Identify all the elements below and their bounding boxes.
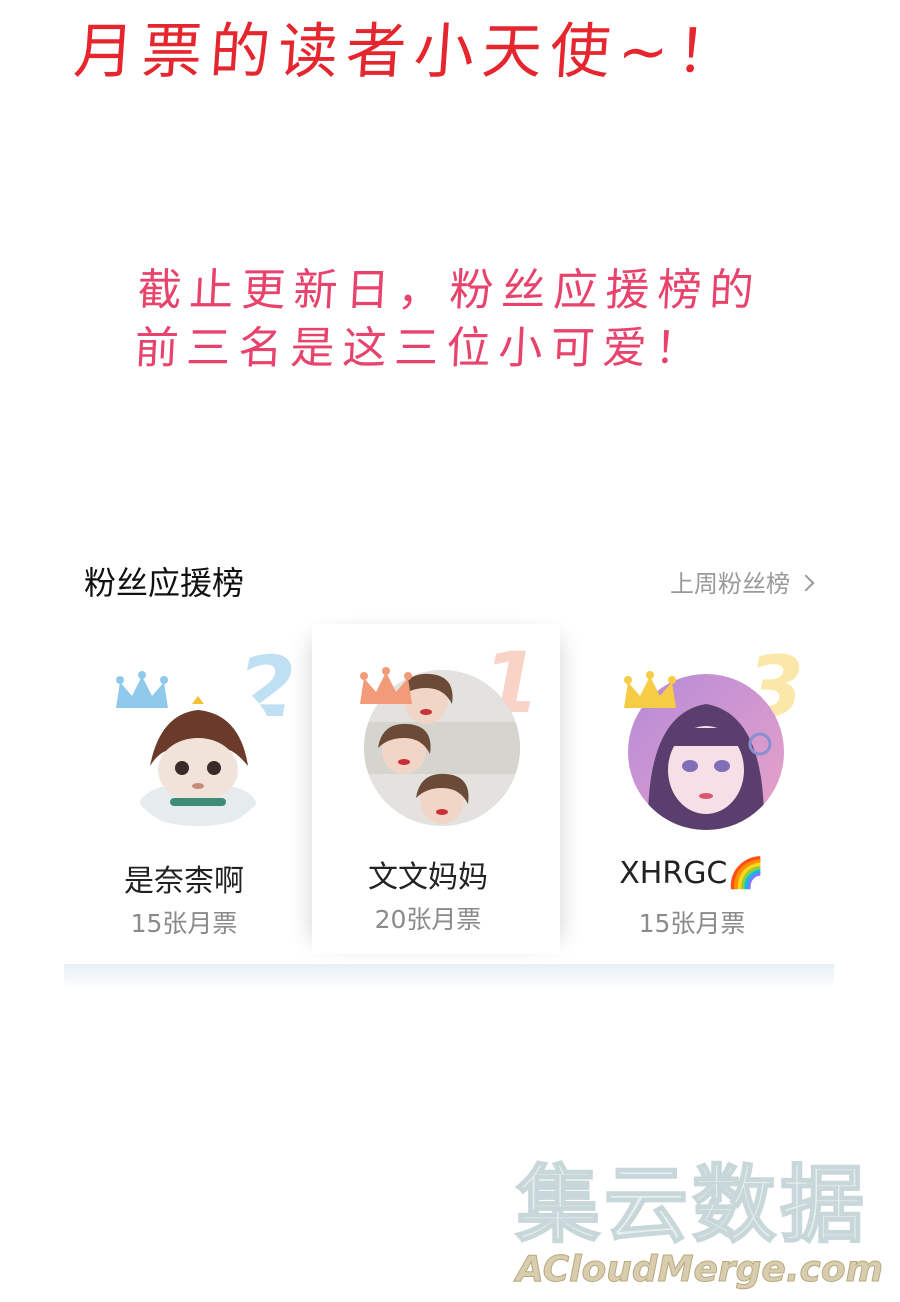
rank-item-2[interactable]: 2 是奈柰啊 15张月票 (68, 628, 316, 958)
rank-item-1[interactable]: 1 文文妈妈 20张月票 (312, 624, 560, 954)
fan-votes: 15张月票 (638, 909, 746, 938)
last-week-board-link[interactable]: 上周粉丝榜 (670, 564, 815, 599)
chevron-right-icon (797, 574, 815, 591)
last-week-board-label: 上周粉丝榜 (670, 570, 790, 598)
note-line-2: 前三名是这三位小可爱！ (133, 323, 708, 374)
rank-item-3[interactable]: 3 XHRGC🌈 15张月票 (576, 628, 824, 958)
crown-icon (116, 671, 168, 708)
note-line-1: 截止更新日，粉丝应援榜的 (136, 265, 763, 316)
watermark-en: ACloudMerge.com (516, 1249, 884, 1290)
headline: 月票的读者小天使~！ (71, 17, 747, 87)
fan-votes: 15张月票 (130, 909, 238, 938)
crown-icon (360, 667, 412, 704)
watermark-cn: 集云数据 (515, 1156, 869, 1254)
rank-list: 2 是奈柰啊 15张月票 1 文文妈妈 20张月票 3 XHRGC🌈 15张月票 (64, 624, 834, 968)
fan-name: 是奈柰啊 (124, 864, 244, 899)
board-title: 粉丝应援榜 (84, 564, 245, 602)
fan-support-board: 粉丝应援榜 上周粉丝榜 2 是奈柰啊 15张月票 1 文文妈妈 20张月票 3 … (64, 540, 834, 1000)
crown-icon (624, 671, 676, 708)
fan-votes: 20张月票 (374, 905, 482, 934)
fan-name: XHRGC🌈 (619, 856, 765, 891)
watermark: 集云数据 ACloudMerge.com (515, 1156, 888, 1298)
announcement-note: 截止更新日，粉丝应援榜的 前三名是这三位小可爱！ (133, 262, 799, 378)
fan-name: 文文妈妈 (368, 860, 488, 895)
board-bottom-shadow (64, 964, 834, 990)
